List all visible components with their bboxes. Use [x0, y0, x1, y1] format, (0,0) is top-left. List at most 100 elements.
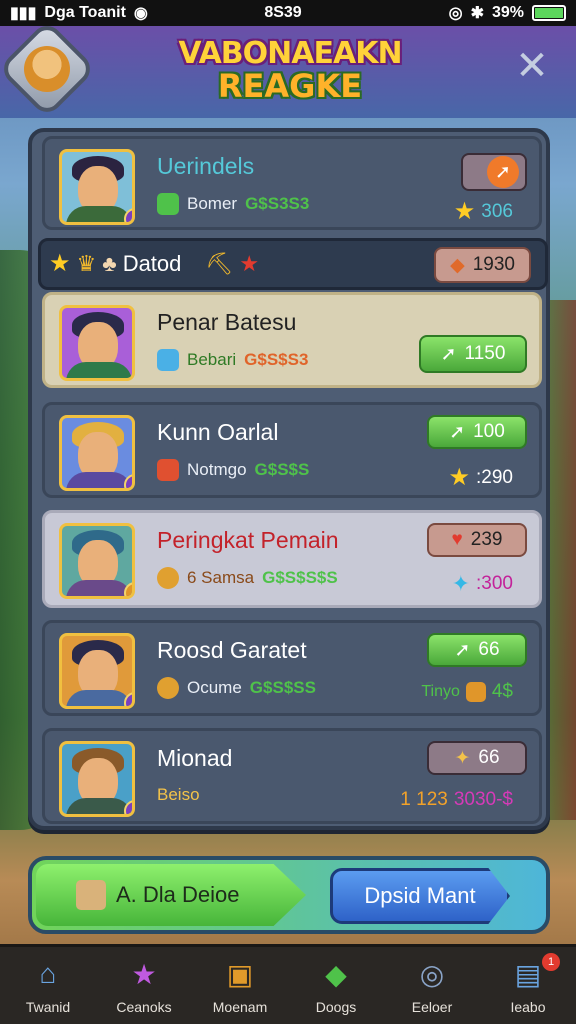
status-bar: ▮▮▮ Dga Toanit ◉ 8S39 ◎ ✱ 39%	[0, 0, 576, 26]
heart-icon: ★	[239, 250, 260, 276]
currency: G$S$S$S	[262, 568, 338, 587]
currency: G$S$S	[254, 460, 310, 479]
player-info: Notmgo G$S$S	[157, 459, 309, 481]
player-tag: Bomer	[187, 194, 238, 213]
nav-item-star[interactable]: ★ Ceanoks	[96, 947, 192, 1024]
coin-icon	[157, 677, 179, 699]
signal-icon: ▮▮▮	[10, 5, 37, 22]
nav-item-chest[interactable]: ▣ Moenam	[192, 947, 288, 1024]
player-name: Mionad	[157, 745, 233, 771]
gem-icon: ◆	[450, 254, 465, 276]
star-icon: ★	[49, 250, 71, 277]
battery-icon	[532, 5, 566, 21]
currency: G$S$S3	[244, 350, 309, 369]
arrow-up-icon: ➚	[454, 639, 471, 661]
player-portrait: :	[59, 415, 135, 491]
leaderboard-row[interactable]: $ Uerindels Bomer G$S3S3 ➚ ★306	[42, 136, 542, 230]
player-score: 1 123 3030-$	[400, 789, 513, 810]
leaderboard-row[interactable]: Penar Batesu Bebari G$S$S3 ➚ 1150	[42, 292, 542, 388]
player-name: Roosd Garatet	[157, 637, 307, 663]
avatar	[24, 46, 70, 92]
crystal-icon: ✦	[451, 571, 471, 596]
player-info: 6 Samsa G$S$S$S	[157, 567, 338, 589]
player-info: Beiso	[157, 785, 200, 805]
arrow-up-icon: ➚	[440, 343, 457, 365]
player-tag: Ocume	[187, 678, 242, 697]
player-tag: 6 Samsa	[187, 568, 255, 587]
score-pill[interactable]: ➚ 1150	[419, 335, 527, 373]
game-title: VABONAEAKN REAGKE	[140, 36, 440, 105]
title-line-2: REAGKE	[217, 67, 363, 105]
spark-icon: ✦	[454, 747, 471, 769]
clock: 8S39	[264, 4, 302, 21]
score-pill[interactable]: ♥ 239	[427, 523, 527, 557]
leaderboard-row[interactable]: $ Roosd Garatet Ocume G$S$SS ➚66 Tinyo4$	[42, 620, 542, 716]
leaderboard-row[interactable]: $ Mionad Beiso ✦66 1 1233030-$	[42, 728, 542, 824]
player-portrait	[59, 305, 135, 381]
gem-icon: ◆	[325, 958, 347, 990]
close-button[interactable]: ✕	[510, 44, 554, 88]
carrier-label: Dga Toanit	[44, 4, 126, 21]
header: VABONAEAKN REAGKE ✕	[0, 19, 576, 119]
player-info: Bebari G$S$S3	[157, 349, 308, 371]
action-bar: A. Dla Deioe Dpsid Mant	[28, 856, 550, 934]
star-icon: ★	[453, 198, 476, 225]
title-line-1: VABONAEAKN	[178, 36, 402, 71]
player-tag: Bebari	[187, 350, 237, 369]
currency: G$S3S3	[245, 194, 310, 213]
player-info: Bomer G$S3S3	[157, 193, 309, 215]
score-pill[interactable]: ➚ 66	[427, 633, 527, 667]
rank-label: Datod	[122, 250, 182, 276]
player-score: Tinyo 4$	[421, 681, 513, 702]
player-name: Penar Batesu	[157, 309, 297, 335]
player-name: Uerindels	[157, 153, 255, 179]
player-score: ★:290	[448, 464, 514, 491]
nav-item-compass[interactable]: ◎ Eeloer	[384, 947, 480, 1024]
player-portrait: $	[59, 741, 135, 817]
arrow-up-icon: ➚	[449, 421, 466, 443]
nav-item-gem[interactable]: ◆ Doogs	[288, 947, 384, 1024]
player-portrait: $	[59, 633, 135, 709]
mushroom-icon: ♣	[102, 250, 117, 276]
player-tag: Beiso	[157, 785, 200, 804]
battery-percent: 39%	[491, 4, 524, 21]
gem-icon	[157, 193, 179, 215]
player-name: Kunn Oarlal	[157, 419, 279, 445]
score-pill[interactable]: ✦ 66	[427, 741, 527, 775]
bluetooth-icon: ✱	[470, 5, 484, 22]
currency: G$S$SS	[249, 678, 316, 697]
close-icon: ✕	[515, 43, 549, 89]
chest-icon	[465, 682, 486, 702]
notification-badge: 1	[542, 953, 560, 971]
nav-item-home[interactable]: ⌂ Twanid	[0, 947, 96, 1024]
left-action-button[interactable]: A. Dla Deioe	[36, 864, 306, 926]
wifi-icon: ◉	[133, 5, 148, 22]
home-icon: ⌂	[39, 958, 57, 989]
box-icon	[157, 459, 179, 481]
compass-icon: ◎	[419, 958, 445, 990]
heart-icon: ♥	[451, 529, 463, 550]
crown-icon: ♛	[76, 250, 97, 276]
star-icon: ★	[131, 958, 157, 990]
box-icon	[76, 880, 106, 910]
chest-icon: ▣	[226, 958, 254, 990]
nav-item-inbox[interactable]: ▤ Ieabo 1	[480, 947, 576, 1024]
leaderboard-row[interactable]: : Kunn Oarlal Notmgo G$S$S ➚100 ★:290	[42, 402, 542, 498]
alarm-icon: ◎	[448, 5, 463, 22]
player-info: Ocume G$S$SS	[157, 677, 316, 699]
score-pill[interactable]: ➚ 100	[427, 415, 527, 449]
player-tag: Notmgo	[187, 460, 247, 479]
boost-icon: ➚	[487, 156, 519, 188]
profile-avatar-button[interactable]	[0, 19, 97, 119]
player-score: ★ 306	[453, 198, 513, 225]
boost-button[interactable]: ➚	[461, 153, 527, 191]
inbox-icon: ▤	[514, 958, 542, 990]
right-action-button[interactable]: Dpsid Mant	[330, 868, 510, 924]
player-name: Peringkat Pemain	[157, 527, 339, 553]
leaderboard-row[interactable]: $ Peringkat Pemain 6 Samsa G$S$S$S ♥239 ✦…	[42, 510, 542, 608]
cube-icon	[157, 349, 179, 371]
coin-icon	[157, 567, 179, 589]
player-score: ✦:300	[451, 571, 513, 596]
star-icon: ★	[448, 464, 471, 491]
rank-value-pill: ◆ 1930	[434, 247, 531, 283]
